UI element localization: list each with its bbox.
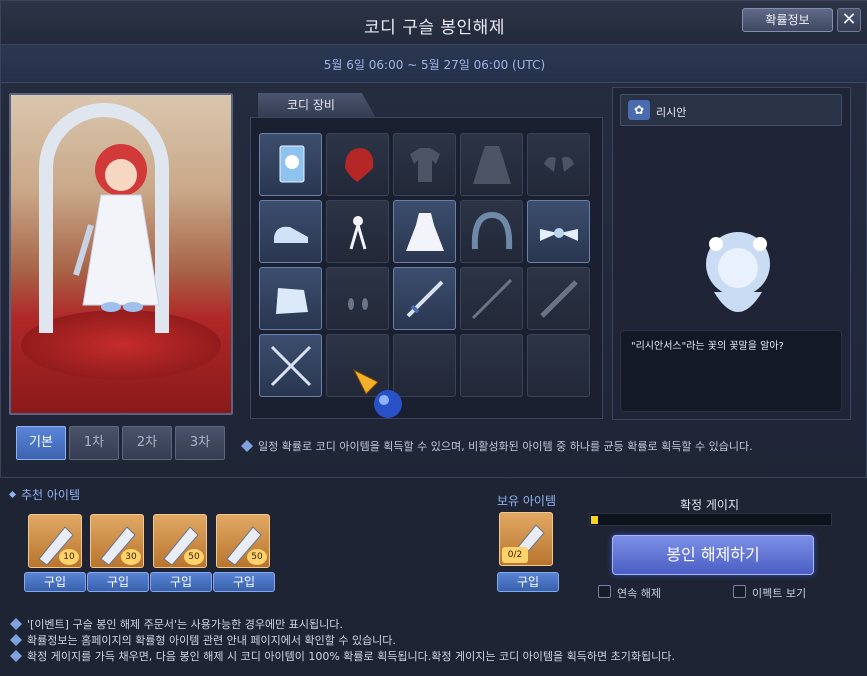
title-bar: 코디 구슬 봉인해제 확률정보 ✕ [1, 1, 867, 45]
crossed-swords-icon [270, 345, 312, 387]
note-item: 확률정보는 홈페이지의 확률형 아이템 관련 안내 페이지에서 확인할 수 있습… [10, 633, 675, 649]
continuous-checkbox[interactable] [598, 585, 611, 598]
owned-title: 보유 아이템 [497, 494, 557, 508]
tab-grade-1[interactable]: 1차 [69, 426, 119, 460]
item-count: 50 [247, 549, 267, 565]
recommended-item-2[interactable]: 30 [90, 514, 144, 568]
effect-checkbox[interactable] [733, 585, 746, 598]
recommended-title: 추천 아이템 [8, 486, 81, 503]
cape-icon [276, 288, 308, 314]
slot-dress[interactable] [393, 200, 456, 263]
tab-coordi-equipment[interactable]: 코디 장비 [258, 93, 376, 118]
note-text: '[이벤트] 구슬 봉인 해제 주문서'는 사용가능한 경우에만 표시됩니다. [27, 618, 343, 631]
sword-icon [406, 280, 444, 318]
slot-gloves[interactable] [527, 133, 590, 196]
window-title: 코디 구슬 봉인해제 [364, 18, 505, 38]
pet-quote: "리시안서스"라는 꽃의 꽃말을 알아? [631, 341, 784, 352]
tab-grade-basic[interactable]: 기본 [16, 426, 66, 460]
bullet-icon [8, 490, 17, 499]
notes-list: '[이벤트] 구슬 봉인 해제 주문서'는 사용가능한 경우에만 표시됩니다. … [10, 617, 675, 665]
buy-button-4[interactable]: 구입 [213, 572, 275, 592]
continuous-label: 연속 해제 [617, 587, 661, 600]
item-count: 30 [121, 549, 141, 565]
unseal-button[interactable]: 봉인 해제하기 [612, 535, 814, 575]
slot-overall[interactable] [460, 133, 523, 196]
slot-spear[interactable] [460, 267, 523, 330]
mouse-cursor-icon [352, 368, 402, 418]
recommended-item-4[interactable]: 50 [216, 514, 270, 568]
slot-cape[interactable] [259, 267, 322, 330]
hair-icon [345, 148, 374, 182]
note-item: '[이벤트] 구슬 봉인 해제 주문서'는 사용가능한 경우에만 표시됩니다. [10, 617, 675, 633]
slot-empty [527, 334, 590, 397]
blade-icon [540, 280, 578, 318]
card-icon [279, 145, 305, 183]
note-text: 확정 게이지를 가득 채우면, 다음 봉인 해제 시 코디 아이템이 100% … [27, 650, 675, 663]
grade-info: 일정 확률로 코디 아이템을 획득할 수 있으며, 비활성화된 아이템 중 하나… [241, 438, 753, 454]
note-item: 확정 게이지를 가득 채우면, 다음 봉인 해제 시 코디 아이템이 100% … [10, 649, 675, 665]
gloves-icon [544, 156, 574, 172]
tab-grade-2[interactable]: 2차 [122, 426, 172, 460]
pet-figure [706, 232, 770, 312]
event-period: 5월 6일 06:00 ~ 5월 27일 06:00 (UTC) [323, 58, 546, 72]
dress-icon [406, 213, 444, 251]
equipment-grid [259, 133, 599, 397]
buy-button-3[interactable]: 구입 [150, 572, 212, 592]
slot-earring[interactable] [326, 267, 389, 330]
owned-count: 0/2 [502, 547, 528, 563]
top-icon [410, 148, 440, 182]
slot-top[interactable] [393, 133, 456, 196]
event-period-bar: 5월 6일 06:00 ~ 5월 27일 06:00 (UTC) [1, 45, 867, 83]
slot-card[interactable] [259, 133, 322, 196]
gauge-title: 확정 게이지 [680, 498, 740, 512]
probability-info-button[interactable]: 확률정보 [742, 8, 833, 32]
pet-header [620, 94, 842, 126]
slot-crossed-swords[interactable] [259, 334, 322, 397]
slot-blade[interactable] [527, 267, 590, 330]
bow-icon [540, 228, 578, 241]
character-figure [73, 144, 160, 312]
item-count: 50 [184, 549, 204, 565]
info-diamond-icon [10, 650, 22, 662]
recommended-item-1[interactable]: 10 [28, 514, 82, 568]
buy-button-owned[interactable]: 구입 [497, 572, 559, 592]
effect-label: 이펙트 보기 [752, 587, 807, 600]
tab-grade-3[interactable]: 3차 [175, 426, 225, 460]
info-diamond-icon [10, 618, 22, 630]
ribbon-icon [349, 216, 367, 250]
shoes-icon [274, 226, 308, 243]
wreath-icon [471, 211, 513, 250]
paw-icon: ✿ [628, 100, 650, 120]
overall-icon [473, 146, 511, 184]
owned-item[interactable]: 0/2 [499, 512, 553, 566]
character-portrait [9, 93, 233, 415]
confirm-gauge [589, 513, 832, 526]
slot-empty [460, 334, 523, 397]
spear-icon [471, 278, 513, 320]
buy-button-1[interactable]: 구입 [24, 572, 86, 592]
slot-sword[interactable] [393, 267, 456, 330]
close-icon[interactable]: ✕ [837, 8, 861, 32]
pet-name: 리시안 [656, 106, 687, 119]
info-diamond-icon [241, 440, 253, 452]
item-count: 10 [59, 549, 79, 565]
slot-bow[interactable] [527, 200, 590, 263]
gauge-fill [591, 516, 598, 524]
slot-shoes[interactable] [259, 200, 322, 263]
slot-wreath[interactable] [460, 200, 523, 263]
info-diamond-icon [10, 634, 22, 646]
note-text: 확률정보는 홈페이지의 확률형 아이템 관련 안내 페이지에서 확인할 수 있습… [27, 634, 396, 647]
earring-icon [348, 298, 368, 310]
recommended-title-text: 추천 아이템 [21, 488, 81, 502]
grade-info-text: 일정 확률로 코디 아이템을 획득할 수 있으며, 비활성화된 아이템 중 하나… [258, 440, 753, 453]
slot-hair[interactable] [326, 133, 389, 196]
slot-ribbon[interactable] [326, 200, 389, 263]
buy-button-2[interactable]: 구입 [87, 572, 149, 592]
recommended-item-3[interactable]: 50 [153, 514, 207, 568]
